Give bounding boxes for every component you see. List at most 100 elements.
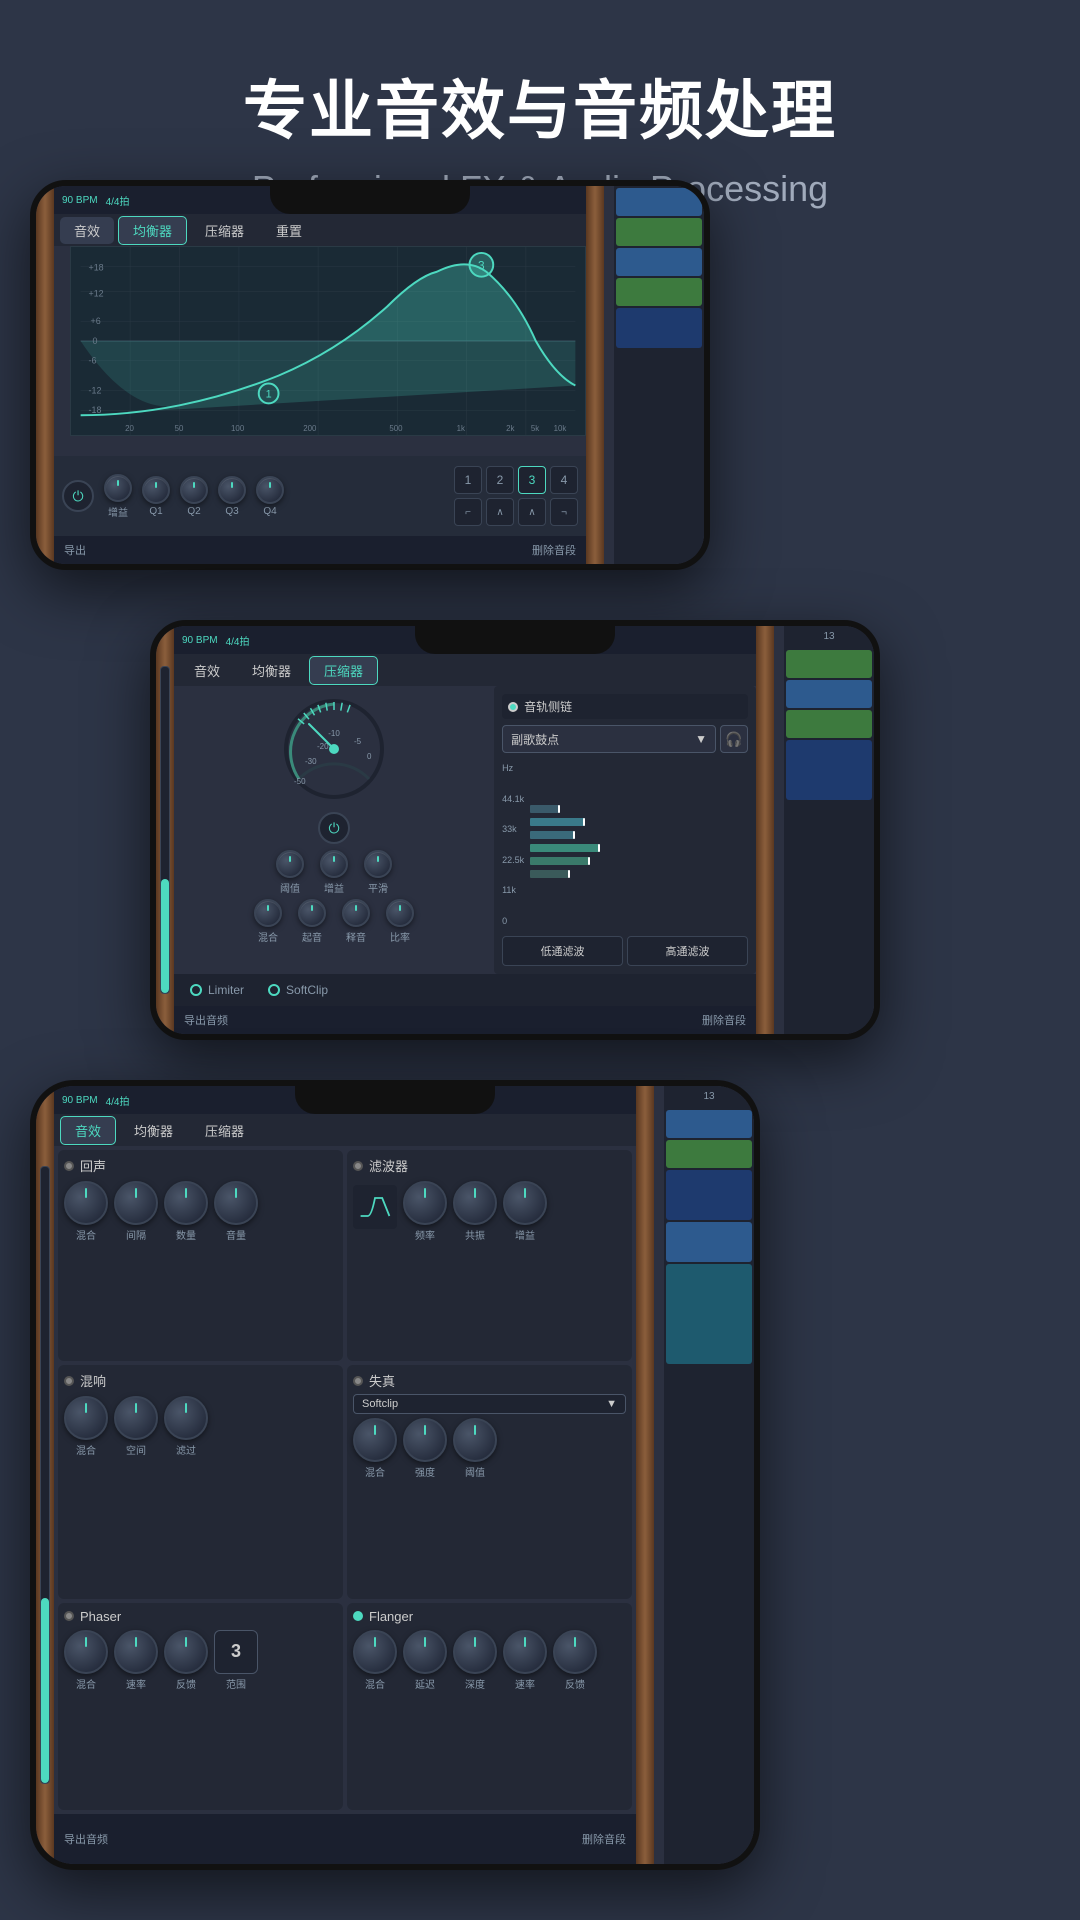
track-item-3[interactable] [616,248,702,276]
filter-res-knob[interactable] [453,1181,497,1225]
flanger-depth-knob[interactable] [453,1630,497,1674]
flanger-delay-knob[interactable] [403,1630,447,1674]
mix-knob[interactable] [254,899,282,927]
track-item-3-3[interactable] [666,1170,752,1220]
flanger-feedback-knob[interactable] [553,1630,597,1674]
softclip-option[interactable]: SoftClip [268,983,328,997]
reverb-count-knob[interactable] [164,1181,208,1225]
band-3-btn[interactable]: 3 [518,466,546,494]
tab-fx-1[interactable]: 音效 [60,217,114,244]
export-label-2[interactable]: 导出音频 [184,1012,228,1028]
track-item-2-3[interactable] [786,710,872,738]
track-item-3-1[interactable] [666,1110,752,1138]
flanger-header: Flanger [353,1609,626,1624]
track-item-5[interactable] [616,308,702,348]
reverb-mix-knob[interactable] [64,1181,108,1225]
flanger-toggle[interactable] [353,1611,363,1621]
limiter-option[interactable]: Limiter [190,983,244,997]
tab-comp-2[interactable]: 压缩器 [309,656,378,685]
filter-highshelf-icon[interactable]: ¬ [550,498,578,526]
phaser-rate-knob[interactable] [114,1630,158,1674]
track-item-2-1[interactable] [786,650,872,678]
sidechain-dropdown[interactable]: 副歌鼓点 ▼ [502,725,716,753]
svg-text:0: 0 [367,752,372,761]
chorus-toggle[interactable] [64,1376,74,1386]
tab-fx-3[interactable]: 音效 [60,1116,116,1145]
lowpass-filter-btn[interactable]: 低通滤波 [502,936,623,966]
tab-fx-2[interactable]: 音效 [180,657,234,684]
track-item-3-2[interactable] [666,1140,752,1168]
tab-eq-3[interactable]: 均衡器 [120,1117,187,1144]
threshold-knob[interactable] [276,850,304,878]
band-2-btn[interactable]: 2 [486,466,514,494]
filter-toggle[interactable] [353,1161,363,1171]
highpass-filter-btn[interactable]: 高通滤波 [627,936,748,966]
phaser-toggle[interactable] [64,1611,74,1621]
flanger-rate-knob[interactable] [503,1630,547,1674]
tab-comp-1[interactable]: 压缩器 [191,217,258,244]
track-item-2[interactable] [616,218,702,246]
distortion-toggle[interactable] [353,1376,363,1386]
phaser-mix-knob[interactable] [64,1630,108,1674]
delete-section-label-2[interactable]: 删除音段 [702,1012,746,1028]
filter-freq-knob[interactable] [403,1181,447,1225]
export-label-3[interactable]: 导出音频 [64,1831,108,1847]
track-item-2-2[interactable] [786,680,872,708]
ratio-knob[interactable] [386,899,414,927]
export-label-1[interactable]: 导出 [64,542,86,558]
filter-bell-icon[interactable]: ∧ [486,498,514,526]
chorus-mix-knob[interactable] [64,1396,108,1440]
eq-power-btn[interactable]: ⏻ [62,480,94,512]
filter-gain-knob[interactable] [503,1181,547,1225]
left-vol-slider[interactable] [160,666,170,994]
flanger-mix-knob[interactable] [353,1630,397,1674]
track-item-3-5[interactable] [666,1264,752,1364]
distortion-dropdown[interactable]: Softclip ▼ [353,1394,626,1414]
q4-knob[interactable] [256,476,284,504]
gain-knob-2[interactable] [320,850,348,878]
flanger-depth-knob-group: 深度 [453,1630,497,1691]
filter-notch-icon[interactable]: ∧ [518,498,546,526]
chorus-space-label: 空间 [126,1442,146,1457]
release-knob[interactable] [342,899,370,927]
band-1-btn[interactable]: 1 [454,466,482,494]
wood-frame-left [36,186,54,564]
delete-section-label-1[interactable]: 删除音段 [532,542,576,558]
tab-eq-2[interactable]: 均衡器 [238,657,305,684]
phaser-range-display[interactable]: 3 [214,1630,258,1674]
reverb-mix-label: 混合 [76,1227,96,1242]
chorus-space-knob[interactable] [114,1396,158,1440]
headphone-btn[interactable]: 🎧 [720,725,748,753]
tab-eq-1[interactable]: 均衡器 [118,216,187,245]
phaser-feedback-knob-group: 反馈 [164,1630,208,1691]
smooth-knob[interactable] [364,850,392,878]
q3-knob[interactable] [218,476,246,504]
track-item-1[interactable] [616,188,702,216]
filter-lowshelf-icon[interactable]: ⌐ [454,498,482,526]
limiter-radio[interactable] [190,984,202,996]
chorus-filter-knob[interactable] [164,1396,208,1440]
tab-reset-1[interactable]: 重置 [262,217,316,244]
dist-intensity-knob[interactable] [403,1418,447,1462]
reverb-vol-knob[interactable] [214,1181,258,1225]
q1-knob[interactable] [142,476,170,504]
track-item-2-4[interactable] [786,740,872,800]
track-item-4[interactable] [616,278,702,306]
gain-knob[interactable] [104,474,132,502]
delete-section-label-3[interactable]: 删除音段 [582,1831,626,1847]
phaser-feedback-knob[interactable] [164,1630,208,1674]
reverb-interval-knob[interactable] [114,1181,158,1225]
flanger-mix-knob-group: 混合 [353,1630,397,1691]
attack-knob[interactable] [298,899,326,927]
q2-knob[interactable] [180,476,208,504]
reverb-toggle[interactable] [64,1161,74,1171]
band-4-btn[interactable]: 4 [550,466,578,494]
dist-mix-knob[interactable] [353,1418,397,1462]
left-vol-slider-3[interactable] [40,1166,50,1784]
tab-comp-3[interactable]: 压缩器 [191,1117,258,1144]
comp-power-btn[interactable]: ⏻ [318,812,350,844]
track-number-3: 13 [666,1088,752,1108]
dist-thresh-knob[interactable] [453,1418,497,1462]
track-item-3-4[interactable] [666,1222,752,1262]
softclip-radio[interactable] [268,984,280,996]
